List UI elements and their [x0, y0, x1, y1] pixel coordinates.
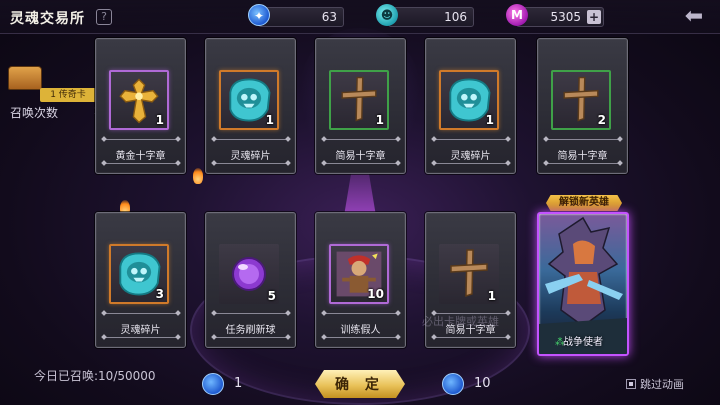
- unlock-hero-banner: 解锁新英雄: [546, 195, 622, 211]
- divider: [324, 163, 398, 164]
- item-name: 简易十字章: [557, 151, 608, 162]
- item-frame: 5: [219, 244, 279, 304]
- help-icon[interactable]: ?: [96, 9, 112, 25]
- item-name: 训练假人: [340, 325, 381, 336]
- item-count: 1: [375, 113, 384, 127]
- item-count: 1: [265, 113, 274, 127]
- reward-card[interactable]: 1 简易十字章: [315, 38, 406, 174]
- item-count: 2: [597, 113, 606, 127]
- currency-compass: 63: [258, 7, 344, 27]
- item-frame: 1: [219, 70, 279, 130]
- reward-card[interactable]: 1 灵魂碎片: [205, 38, 296, 174]
- currency-value: 106: [444, 10, 467, 24]
- top-bar: 灵魂交易所 ? 63 ✦ 106 ☻ 5305 + M ⬅: [0, 0, 720, 34]
- cost-value: 10: [474, 376, 491, 391]
- divider: [434, 163, 508, 164]
- confirm-button[interactable]: 确 定: [315, 370, 405, 398]
- compass-coin-icon: [202, 373, 224, 395]
- item-count: 1: [155, 113, 164, 127]
- currency-crystal: 5305 +: [516, 7, 604, 27]
- treasure-chest-icon: [8, 66, 42, 90]
- add-currency-button[interactable]: +: [587, 10, 601, 24]
- candle-flame-icon: [193, 168, 203, 184]
- item-frame: 1: [109, 70, 169, 130]
- reward-card[interactable]: 2 简易十字章: [537, 38, 628, 174]
- magic-crystal-icon: M: [506, 4, 528, 26]
- divider: [104, 313, 178, 314]
- item-name: 灵魂碎片: [230, 151, 271, 162]
- compass-coin-icon: ✦: [248, 4, 270, 26]
- reward-card[interactable]: 3 灵魂碎片: [95, 212, 186, 348]
- item-name: 黄金十字章: [115, 151, 166, 162]
- compass-coin-icon: [442, 373, 464, 395]
- currency-value: 5305: [550, 10, 581, 24]
- divider: [214, 313, 288, 314]
- page-title: 灵魂交易所: [10, 11, 85, 27]
- item-frame: 1: [439, 70, 499, 130]
- item-name: 任务刷新球: [225, 325, 276, 336]
- skip-label: 跳过动画: [640, 378, 684, 391]
- divider: [324, 337, 398, 338]
- item-count: 3: [155, 287, 164, 301]
- item-name: 简易十字章: [335, 151, 386, 162]
- item-count: 1: [487, 289, 496, 303]
- guarantee-hint: 必出卡牌或英雄: [422, 315, 499, 328]
- item-count: 5: [267, 289, 276, 303]
- item-frame: 10: [329, 244, 389, 304]
- skip-checkbox[interactable]: [626, 379, 636, 389]
- divider: [104, 337, 178, 338]
- reward-card[interactable]: 10 训练假人: [315, 212, 406, 348]
- skip-animation-toggle[interactable]: 跳过动画: [626, 376, 684, 392]
- reward-card[interactable]: 5 任务刷新球: [205, 212, 296, 348]
- divider: [546, 163, 620, 164]
- divider: [214, 139, 288, 140]
- divider: [434, 337, 508, 338]
- item-count: 10: [367, 287, 384, 301]
- hero-card[interactable]: ⁂ 战争使者: [537, 212, 629, 356]
- divider: [434, 139, 508, 140]
- divider: [324, 139, 398, 140]
- daily-summon-count: 今日已召唤:10/50000: [34, 369, 156, 383]
- item-name: 灵魂碎片: [450, 151, 491, 162]
- cost-value: 1: [234, 376, 243, 391]
- currency-soul: 106: [388, 7, 474, 27]
- divider: [546, 139, 620, 140]
- divider: [324, 313, 398, 314]
- soul-gem-icon: ☻: [376, 4, 398, 26]
- summon-badge: 1 传奇卡: [40, 88, 96, 102]
- divider: [104, 139, 178, 140]
- reward-card[interactable]: 1 灵魂碎片: [425, 38, 516, 174]
- item-frame: 2: [551, 70, 611, 130]
- summon-label: 召唤次数: [10, 106, 59, 120]
- item-count: 1: [485, 113, 494, 127]
- divider: [214, 163, 288, 164]
- divider: [214, 337, 288, 338]
- back-arrow-icon[interactable]: ⬅: [676, 6, 712, 30]
- item-name: 灵魂碎片: [120, 325, 161, 336]
- item-frame: 3: [109, 244, 169, 304]
- reward-card[interactable]: 1 黄金十字章: [95, 38, 186, 174]
- item-frame: 1: [329, 70, 389, 130]
- divider: [104, 163, 178, 164]
- currency-value: 63: [321, 10, 337, 24]
- item-frame: 1: [439, 244, 499, 304]
- hero-name: 战争使者: [563, 337, 603, 348]
